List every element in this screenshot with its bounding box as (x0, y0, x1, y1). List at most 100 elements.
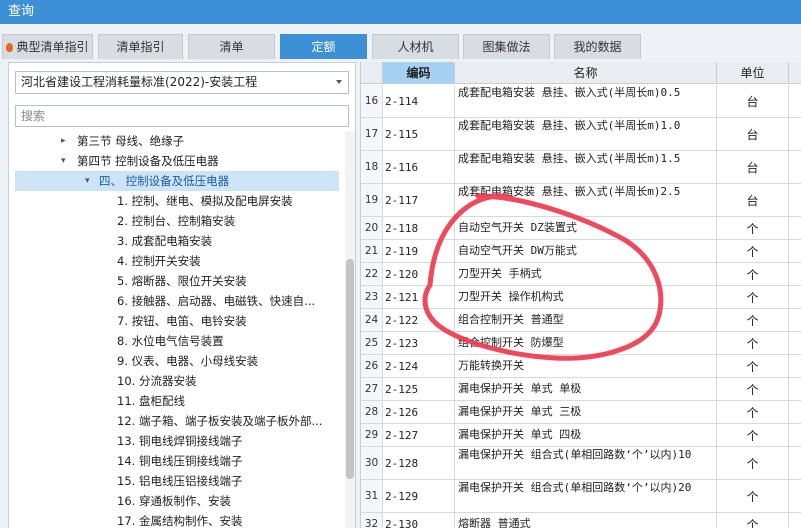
row-code: 2-114 (383, 85, 455, 117)
table-header: 编码 名称 单位 (361, 62, 801, 84)
row-index: 19 (361, 184, 383, 216)
tab-bill[interactable]: 清单 (188, 34, 275, 59)
tree-node[interactable]: 11. 盘柜配线 (9, 391, 339, 411)
table-row[interactable]: 25 2-123 组合控制开关 防爆型个 (361, 332, 801, 355)
row-code: 2-118 (383, 217, 455, 239)
header-code[interactable]: 编码 (383, 62, 455, 84)
tree-node[interactable]: 13. 铜电线焊铜接线端子 (9, 431, 339, 451)
tree-node[interactable]: 8. 水位电气信号装置 (9, 331, 339, 351)
tree-node[interactable]: 1. 控制、继电、模拟及配电屏安装 (9, 191, 339, 211)
tab-my-data[interactable]: 我的数据 (554, 34, 641, 59)
row-unit: 台 (717, 118, 789, 150)
tree-node-label: 3. 成套配电箱安装 (117, 234, 213, 248)
row-name: 自动空气开关 DZ装置式 (455, 217, 717, 239)
table-row[interactable]: 18 2-116 成套配电箱安装 悬挂、嵌入式(半周长m)1.5 台 (361, 151, 801, 184)
row-unit: 个 (717, 480, 789, 512)
caret-down-icon[interactable]: ▾ (85, 171, 90, 191)
row-index: 29 (361, 424, 383, 446)
row-index: 21 (361, 240, 383, 262)
row-code: 2-124 (383, 355, 455, 377)
tab-quota[interactable]: 定额 (280, 34, 367, 59)
table-row[interactable]: 29 2-127 漏电保护开关 单式 四极个 (361, 424, 801, 447)
quota-table: 编码 名称 单位 16 2-114 成套配电箱安装 悬挂、嵌入式(半周长m)0.5 台… (360, 62, 801, 528)
table-row[interactable]: 31 2-129 漏电保护开关 组合式(单相回路数‘个’以内)20 个 (361, 480, 801, 513)
table-row[interactable]: 32 2-130 熔断器 普通式个 (361, 513, 801, 528)
tree-node-label: 14. 铜电线压铜接线端子 (117, 454, 243, 468)
tree-node[interactable]: 9. 仪表、电器、小母线安装 (9, 351, 339, 371)
row-code: 2-122 (383, 309, 455, 331)
row-name: 漏电保护开关 组合式(单相回路数‘个’以内)20 (455, 480, 717, 512)
tree-node-label: 9. 仪表、电器、小母线安装 (117, 354, 259, 368)
tree-node-label: 4. 控制开关安装 (117, 254, 201, 268)
table-row[interactable]: 22 2-120 刀型开关 手柄式个 (361, 263, 801, 286)
table-row[interactable]: 23 2-121 刀型开关 操作机构式个 (361, 286, 801, 309)
table-row[interactable]: 24 2-122 组合控制开关 普通型个 (361, 309, 801, 332)
row-code: 2-127 (383, 424, 455, 446)
tree-node[interactable]: 12. 端子箱、端子板安装及端子板外部... (9, 411, 339, 431)
row-index: 18 (361, 151, 383, 183)
tree-node[interactable]: 14. 铜电线压铜接线端子 (9, 451, 339, 471)
tree-node-label: 12. 端子箱、端子板安装及端子板外部... (117, 414, 323, 428)
tree-node[interactable]: ▾ 四、 控制设备及低压电器 (15, 171, 339, 191)
tree-node[interactable]: ▸ 第三节 母线、绝缘子 (9, 131, 339, 151)
chevron-down-icon (336, 80, 342, 84)
row-name: 漏电保护开关 组合式(单相回路数‘个’以内)10 (455, 447, 717, 479)
row-code: 2-119 (383, 240, 455, 262)
tree-node-label: 7. 按钮、电笛、电铃安装 (117, 314, 247, 328)
tree-node-label: 5. 熔断器、限位开关安装 (117, 274, 247, 288)
header-unit[interactable]: 单位 (717, 62, 789, 84)
caret-down-icon[interactable]: ▾ (61, 151, 66, 171)
row-unit: 台 (717, 85, 789, 117)
row-index: 16 (361, 85, 383, 117)
row-index: 26 (361, 355, 383, 377)
row-unit: 个 (717, 332, 789, 354)
library-select[interactable]: 河北省建设工程消耗量标准(2022)-安装工程 (15, 71, 349, 94)
scrollbar-thumb[interactable] (346, 259, 354, 479)
tree-node-label: 13. 铜电线焊铜接线端子 (117, 434, 243, 448)
row-unit: 个 (717, 424, 789, 446)
tree-node[interactable]: 5. 熔断器、限位开关安装 (9, 271, 339, 291)
table-row[interactable]: 17 2-115 成套配电箱安装 悬挂、嵌入式(半周长m)1.0 台 (361, 118, 801, 151)
tree-node[interactable]: 10. 分流器安装 (9, 371, 339, 391)
tree-node-label: 2. 控制台、控制箱安装 (117, 214, 236, 228)
tree-node-label: 10. 分流器安装 (117, 374, 197, 388)
row-unit: 个 (717, 263, 789, 285)
table-row[interactable]: 27 2-125 漏电保护开关 单式 单极个 (361, 378, 801, 401)
row-code: 2-129 (383, 480, 455, 512)
row-unit: 个 (717, 217, 789, 239)
tree-scrollbar[interactable] (345, 131, 355, 528)
tree-node[interactable]: 7. 按钮、电笛、电铃安装 (9, 311, 339, 331)
row-code: 2-126 (383, 401, 455, 423)
table-row[interactable]: 20 2-118 自动空气开关 DZ装置式个 (361, 217, 801, 240)
tree-node[interactable]: 6. 接触器、启动器、电磁铁、快速自... (9, 291, 339, 311)
tree-node[interactable]: 16. 穿通板制作、安装 (9, 491, 339, 511)
tree-node[interactable]: 4. 控制开关安装 (9, 251, 339, 271)
row-unit: 个 (717, 240, 789, 262)
tab-typical-bill-guide[interactable]: 典型清单指引 (2, 34, 93, 59)
tree-node[interactable]: 15. 铝电线压铝接线端子 (9, 471, 339, 491)
row-unit: 个 (717, 378, 789, 400)
table-row[interactable]: 30 2-128 漏电保护开关 组合式(单相回路数‘个’以内)10 个 (361, 447, 801, 480)
row-unit: 个 (717, 447, 789, 479)
tree-node[interactable]: 2. 控制台、控制箱安装 (9, 211, 339, 231)
table-row[interactable]: 16 2-114 成套配电箱安装 悬挂、嵌入式(半周长m)0.5 台 (361, 85, 801, 118)
tab-labor-material-machine[interactable]: 人材机 (372, 34, 459, 59)
header-name[interactable]: 名称 (455, 62, 717, 84)
search-input[interactable] (15, 105, 349, 127)
table-row[interactable]: 28 2-126 漏电保护开关 单式 三极个 (361, 401, 801, 424)
table-row[interactable]: 19 2-117 成套配电箱安装 悬挂、嵌入式(半周长m)2.5 台 (361, 184, 801, 217)
table-row[interactable]: 21 2-119 自动空气开关 DW万能式个 (361, 240, 801, 263)
row-index: 22 (361, 263, 383, 285)
table-row[interactable]: 26 2-124 万能转换开关个 (361, 355, 801, 378)
tree-node[interactable]: 17. 金属结构制作、安装 (9, 511, 339, 528)
tree-node[interactable]: 3. 成套配电箱安装 (9, 231, 339, 251)
tree-node[interactable]: ▾ 第四节 控制设备及低压电器 (9, 151, 339, 171)
fire-icon (6, 43, 14, 52)
row-name: 万能转换开关 (455, 355, 717, 377)
caret-right-icon[interactable]: ▸ (61, 131, 66, 151)
row-name: 漏电保护开关 单式 单极 (455, 378, 717, 400)
row-index: 17 (361, 118, 383, 150)
row-index: 23 (361, 286, 383, 308)
tab-bill-guide[interactable]: 清单指引 (98, 34, 183, 59)
tab-atlas-method[interactable]: 图集做法 (463, 34, 550, 59)
